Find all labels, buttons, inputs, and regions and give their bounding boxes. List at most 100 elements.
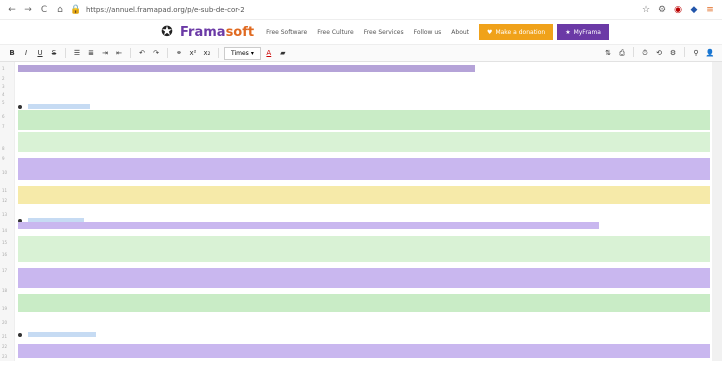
line-number: 3 — [2, 84, 5, 89]
line-number: 19 — [2, 306, 8, 311]
indent-icon[interactable]: ⇥ — [99, 47, 111, 59]
paragraph-block-violet — [18, 344, 710, 358]
undo-icon[interactable]: ↶ — [136, 47, 148, 59]
star-icon[interactable]: ☆ — [640, 4, 652, 16]
toolbar-divider — [65, 48, 66, 58]
italic-button[interactable]: I — [20, 47, 32, 59]
unordered-list-icon[interactable]: ≣ — [85, 47, 97, 59]
nav-item-follow-us[interactable]: Follow us — [414, 29, 442, 36]
share-icon[interactable]: ⚲ — [690, 47, 702, 59]
toolbar-divider — [167, 48, 168, 58]
redo-icon[interactable]: ↷ — [150, 47, 162, 59]
timeslider-icon[interactable]: ⏱ — [639, 47, 651, 59]
nav-item-about[interactable]: About — [451, 29, 469, 36]
line-number: 16 — [2, 252, 8, 257]
strikethrough-button[interactable]: S — [48, 47, 60, 59]
text-block-purple — [18, 65, 475, 72]
font-select-value: Times — [231, 49, 249, 57]
outdent-icon[interactable]: ⇤ — [113, 47, 125, 59]
history-icon[interactable]: ⟲ — [653, 47, 665, 59]
myframa-label: MyFrama — [573, 28, 601, 36]
font-select[interactable]: Times ▾ — [224, 46, 261, 60]
line-number: 9 — [2, 156, 5, 161]
paragraph-block-green — [18, 294, 710, 312]
subscript-icon[interactable]: x₂ — [201, 47, 213, 59]
paragraph-block-yellow — [18, 186, 710, 204]
framasoft-bar: ✪ Framasoft Free Software Free Culture F… — [0, 20, 722, 44]
heading-line — [18, 324, 710, 337]
myframa-button[interactable]: ★ MyFrama — [557, 24, 609, 40]
link-icon[interactable]: ⚭ — [173, 47, 185, 59]
line-number: 10 — [2, 170, 8, 175]
nav-item-free-software[interactable]: Free Software — [266, 29, 307, 36]
line-number: 20 — [2, 320, 8, 325]
lock-icon: 🔒 — [70, 4, 82, 15]
toolbar-divider — [633, 47, 634, 57]
underline-button[interactable]: U — [34, 47, 46, 59]
home-icon[interactable]: ⌂ — [54, 4, 66, 16]
paragraph-block-violet — [18, 158, 710, 180]
bullet-icon — [18, 332, 22, 337]
line-number: 11 — [2, 188, 8, 193]
import-export-icon[interactable]: ⇅ — [602, 47, 614, 59]
nav-item-free-services[interactable]: Free Services — [364, 29, 404, 36]
toolbar-divider — [130, 48, 131, 58]
line-number: 12 — [2, 198, 8, 203]
shield-icon[interactable]: ◆ — [688, 4, 700, 16]
print-icon[interactable]: ⎙ — [616, 47, 628, 59]
text-color-icon[interactable]: A — [263, 47, 275, 59]
paragraph-block-violet — [18, 268, 710, 288]
ordered-list-icon[interactable]: ☰ — [71, 47, 83, 59]
chevron-down-icon: ▾ — [250, 49, 254, 57]
paragraph-block-green — [18, 110, 710, 130]
ublock-icon[interactable]: ◉ — [672, 4, 684, 16]
reload-icon[interactable]: C — [38, 4, 50, 16]
toolbar-right: ⇅ ⎙ ⏱ ⟲ ⚙ ⚲ 👤 — [602, 47, 716, 59]
paragraph-block-violet — [18, 222, 600, 229]
heading-text-block — [28, 332, 96, 337]
framasoft-logo[interactable]: ✪ Framasoft — [158, 23, 254, 41]
address-bar[interactable]: https://annuel.framapad.org/p/e-sub-de-c… — [86, 6, 636, 14]
editor-toolbar: B I U S ☰ ≣ ⇥ ⇤ ↶ ↷ ⚭ x² x₂ Times ▾ A ▰ ⇅… — [0, 44, 722, 62]
toolbar-divider — [218, 48, 219, 58]
line-number: 2 — [2, 76, 5, 81]
line-number: 6 — [2, 114, 5, 119]
line-number: 15 — [2, 240, 8, 245]
line-number: 18 — [2, 288, 8, 293]
users-icon[interactable]: 👤 — [704, 47, 716, 59]
extension-icon[interactable]: ⚙ — [656, 4, 668, 16]
line-number: 23 — [2, 354, 8, 359]
scrollbar[interactable] — [712, 62, 722, 361]
menu-icon[interactable]: ≡ — [704, 4, 716, 16]
highlight-icon[interactable]: ▰ — [277, 47, 289, 59]
heading-line — [18, 96, 710, 109]
line-number: 17 — [2, 268, 8, 273]
logo-text: Framasoft — [180, 25, 254, 40]
star-icon: ★ — [565, 28, 571, 36]
logo-frama: Frama — [180, 24, 226, 40]
line-number: 21 — [2, 334, 8, 339]
support-label: Make a donation — [495, 28, 546, 36]
heart-icon: ♥ — [487, 28, 493, 36]
line-number: 8 — [2, 146, 5, 151]
nav-item-free-culture[interactable]: Free Culture — [317, 29, 353, 36]
penguin-logo-icon: ✪ — [161, 24, 173, 40]
heading-text-block — [28, 104, 90, 109]
paragraph-block-lightgreen — [18, 132, 710, 152]
document-area[interactable]: 1 2 3 4 5 6 7 8 9 10 11 12 13 14 15 16 1… — [0, 62, 722, 361]
line-number: 14 — [2, 228, 8, 233]
forward-icon[interactable]: → — [22, 4, 34, 16]
support-button[interactable]: ♥ Make a donation — [479, 24, 554, 40]
browser-bar: ← → C ⌂ 🔒 https://annuel.framapad.org/p/… — [0, 0, 722, 20]
line-number: 1 — [2, 66, 5, 71]
settings-icon[interactable]: ⚙ — [667, 47, 679, 59]
line-number: 13 — [2, 212, 8, 217]
line-number: 7 — [2, 124, 5, 129]
bullet-icon — [18, 104, 22, 109]
logo-soft: soft — [225, 24, 255, 40]
line-number: 22 — [2, 344, 8, 349]
superscript-icon[interactable]: x² — [187, 47, 199, 59]
back-icon[interactable]: ← — [6, 4, 18, 16]
toolbar-divider — [684, 47, 685, 57]
bold-button[interactable]: B — [6, 47, 18, 59]
